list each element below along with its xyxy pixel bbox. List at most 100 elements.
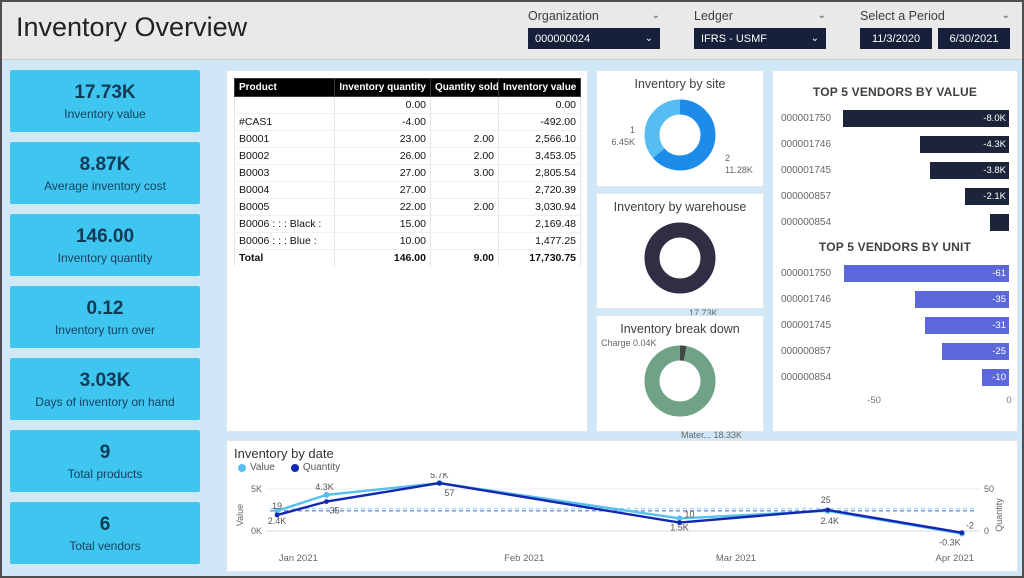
table-cell: -492.00 [499,114,581,131]
table-cell [431,182,499,199]
table-cell: 26.00 [335,148,431,165]
chart-title: TOP 5 VENDORS BY UNIT [781,240,1009,254]
data-point[interactable] [825,508,830,513]
bar[interactable] [990,214,1009,231]
donut-column: Inventory by site16.45K211.28KInventory … [596,70,764,432]
table-cell: #CAS1 [235,114,335,131]
legend-dot [291,464,299,472]
top-vendors-card: TOP 5 VENDORS BY VALUE000001750-8.0K0000… [772,70,1018,432]
legend-item-value[interactable]: Value [238,462,275,473]
bar-category-label: 000000854 [781,372,839,383]
period-start-date[interactable]: 11/3/2020 [860,28,932,49]
column-header[interactable]: Inventory value [499,79,581,97]
bar[interactable]: -4.3K [920,136,1009,153]
axis-tick-label: 0 [1006,395,1011,406]
data-point[interactable] [959,530,964,535]
y-axis-label-left: Value [235,504,245,526]
kpi-value: 9 [100,442,111,464]
table-cell: B0001 [235,131,335,148]
table-cell: 2,566.10 [499,131,581,148]
table-row[interactable]: 0.000.00 [235,97,581,114]
pie-label: Charge 0.04K [601,338,687,350]
kpi-label: Average inventory cost [44,179,166,193]
data-point[interactable] [437,481,442,486]
chevron-down-icon: ⌄ [818,11,826,21]
bar-category-label: 000001745 [781,320,839,331]
data-point[interactable] [677,520,682,525]
pie-slice[interactable] [652,353,708,409]
table-cell: 3,030.94 [499,199,581,216]
bar[interactable]: -31 [925,317,1009,334]
table-cell [431,97,499,114]
y-axis-tick-left: 0K [251,526,262,536]
data-point[interactable] [324,499,329,504]
bar[interactable]: -3.8K [930,162,1009,179]
table-row[interactable]: #CAS1-4.00-492.00 [235,114,581,131]
bar-row: 000001745-3.8K [781,162,1009,179]
bar-row: 000000857-25 [781,343,1009,360]
chart-title: Inventory by warehouse [597,194,763,214]
table-row[interactable]: B0006 : : : Blue :10.001,477.25 [235,233,581,250]
bar[interactable]: -61 [844,265,1009,282]
table-cell: 1,477.25 [499,233,581,250]
table-cell: 2.00 [431,131,499,148]
table-row[interactable]: B0006 : : : Black :15.002,169.48 [235,216,581,233]
table-row[interactable]: B000123.002.002,566.10 [235,131,581,148]
table-cell: 27.00 [335,182,431,199]
table-cell: 22.00 [335,199,431,216]
bar[interactable]: -25 [942,343,1009,360]
bar[interactable]: -8.0K [843,110,1009,127]
series-line-quantity[interactable] [277,483,962,533]
column-header[interactable]: Inventory quantity [335,79,431,97]
ledger-dropdown[interactable]: IFRS - USMF ⌄ [694,28,826,49]
pie-label: 16.45K [599,125,635,148]
bar[interactable]: -2.1K [965,188,1009,205]
chart-title: Inventory by date [234,446,1010,461]
kpi-card[interactable]: 146.00Inventory quantity [10,214,200,276]
table-row[interactable]: B000226.002.003,453.05 [235,148,581,165]
column-header[interactable]: Quantity sold [431,79,499,97]
kpi-card[interactable]: 0.12Inventory turn over [10,286,200,348]
table-row[interactable]: B000522.002.003,030.94 [235,199,581,216]
column-header[interactable]: Product [235,79,335,97]
filter-ledger: Ledger ⌄ IFRS - USMF ⌄ [694,9,826,49]
kpi-card[interactable]: 17.73KInventory value [10,70,200,132]
x-axis-tick: Apr 2021 [936,553,975,564]
page-title: Inventory Overview [2,2,247,43]
kpi-card[interactable]: 8.87KAverage inventory cost [10,142,200,204]
table-row[interactable]: B000327.003.002,805.54 [235,165,581,182]
organization-dropdown[interactable]: 000000024 ⌄ [528,28,660,49]
bar-row: 000000854 [781,214,1009,231]
table-cell: 2.00 [431,148,499,165]
bar-row: 000001750 -61 [781,265,1009,282]
bar[interactable]: -10 [982,369,1009,386]
inventory-table-card: ProductInventory quantityQuantity soldIn… [226,70,588,432]
data-label: 57 [444,488,454,498]
kpi-label: Total products [68,467,143,481]
period-end-date[interactable]: 6/30/2021 [938,28,1010,49]
kpi-card[interactable]: 6Total vendors [10,502,200,564]
y-axis-tick-left: 5K [251,484,262,494]
kpi-value: 17.73K [74,82,135,104]
period-filter-label: Select a Period ⌄ [860,9,1010,23]
kpi-card[interactable]: 3.03KDays of inventory on hand [10,358,200,420]
chart-title: Inventory break down [597,316,763,336]
table-cell [431,233,499,250]
dashboard: Inventory Overview Organization ⌄ 000000… [0,0,1024,578]
kpi-label: Days of inventory on hand [35,395,174,409]
kpi-card[interactable]: 9 Total products [10,430,200,492]
pie-slice[interactable] [652,230,708,286]
bar-category-label: 000001750 [781,268,839,279]
line-chart: 2.4K4.3K5.7K1.5K2.4K-0.3K1935571025-25K0… [234,473,1010,565]
bar[interactable]: -35 [915,291,1009,308]
data-point[interactable] [323,492,329,498]
table-cell: 2.00 [431,199,499,216]
organization-filter-label: Organization ⌄ [528,9,660,23]
bar-row: 000000857-2.1K [781,188,1009,205]
kpi-label: Inventory quantity [58,251,153,265]
total-cell: 9.00 [431,250,499,267]
table-row[interactable]: B000427.002,720.39 [235,182,581,199]
data-point[interactable] [275,513,280,518]
legend-item-quantity[interactable]: Quantity [291,462,340,473]
kpi-sidebar: 17.73KInventory value 8.87KAverage invent… [10,70,200,574]
